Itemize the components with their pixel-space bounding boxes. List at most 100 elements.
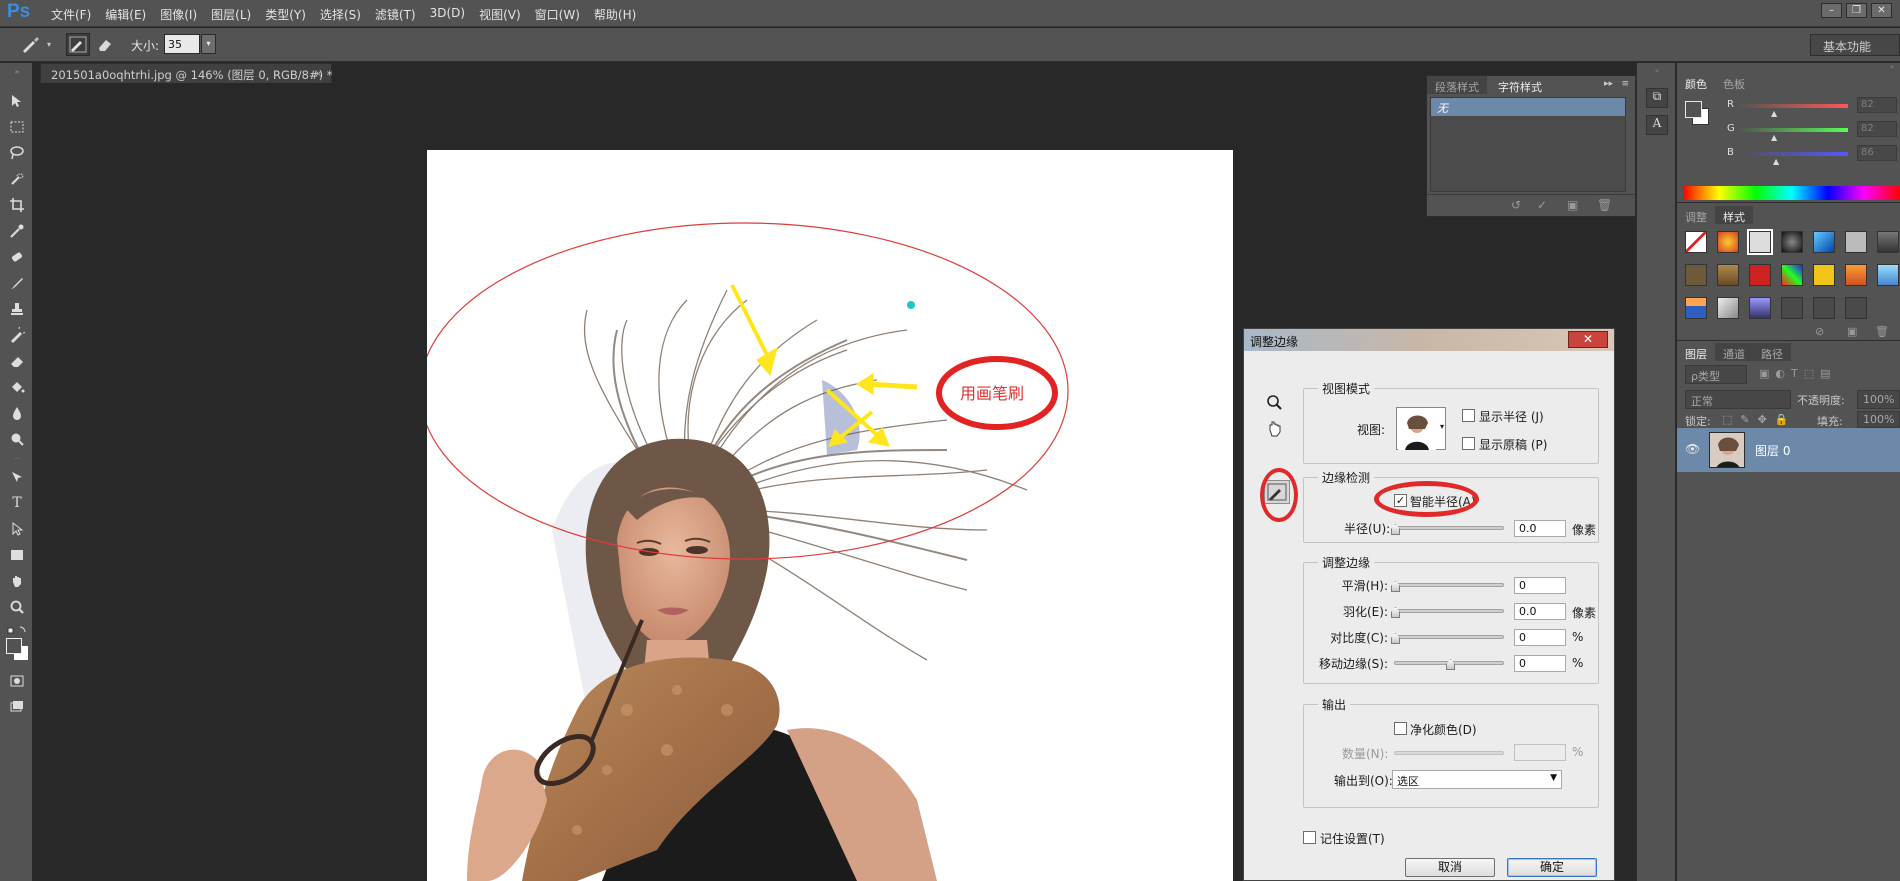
color-spectrum-ramp[interactable] [1683, 186, 1900, 200]
tool-preset-dropdown-icon[interactable]: ▾ [46, 33, 54, 56]
dialog-hand-tool-icon[interactable] [1265, 419, 1285, 439]
image-canvas[interactable]: 用画笔刷 [427, 150, 1233, 881]
adjust-slider-track[interactable] [1394, 609, 1504, 613]
adjust-value-input[interactable]: 0.0 [1514, 603, 1566, 620]
crop-tool-icon[interactable] [6, 195, 28, 215]
style-swatch[interactable] [1813, 297, 1835, 319]
menu-type[interactable]: 类型(Y) [258, 6, 313, 23]
fill-input[interactable]: 100% [1857, 411, 1900, 428]
output-to-select[interactable]: 选区 ▼ [1392, 770, 1562, 789]
delete-style-button-icon[interactable]: 🗑 [1875, 325, 1889, 338]
layer-row[interactable]: 👁 图层 0 [1677, 428, 1900, 472]
tab-color[interactable]: 颜色 [1677, 73, 1715, 91]
menu-help[interactable]: 帮助(H) [587, 6, 643, 23]
dialog-close-button[interactable]: ✕ [1568, 331, 1608, 348]
layer-filter-kind[interactable]: ρ类型 [1685, 365, 1747, 384]
character-panel-icon[interactable]: A [1646, 115, 1668, 135]
style-swatch[interactable] [1877, 264, 1899, 286]
panel-collapse-icon[interactable]: ▸▸ [1604, 79, 1613, 89]
menu-file[interactable]: 文件(F) [44, 6, 98, 23]
rectangle-tool-icon[interactable] [6, 545, 28, 565]
erase-refinements-icon[interactable] [93, 33, 117, 56]
close-window-button[interactable]: ✕ [1871, 3, 1892, 18]
show-original-checkbox[interactable] [1462, 437, 1475, 450]
pen-tool-icon[interactable] [6, 467, 28, 487]
style-swatch[interactable] [1781, 264, 1803, 286]
path-selection-tool-icon[interactable] [6, 519, 28, 539]
character-style-item[interactable]: 无 [1431, 98, 1625, 116]
tab-adjustments[interactable]: 调整 [1677, 206, 1715, 224]
dodge-tool-icon[interactable] [6, 429, 28, 449]
tab-character-styles[interactable]: 字符样式 [1490, 76, 1550, 94]
ok-button[interactable]: 确定 [1507, 858, 1597, 877]
refine-radius-mode-icon[interactable] [66, 33, 90, 56]
style-swatch[interactable] [1781, 231, 1803, 253]
menu-layer[interactable]: 图层(L) [204, 6, 258, 23]
style-swatch[interactable] [1845, 231, 1867, 253]
clear-style-icon[interactable]: ⊘ [1815, 325, 1824, 338]
lock-icons[interactable]: ⬚✎✥🔒 [1722, 413, 1797, 426]
restore-button[interactable]: ❐ [1846, 3, 1867, 18]
clone-stamp-tool-icon[interactable] [6, 299, 28, 319]
eyedropper-tool-icon[interactable] [6, 221, 28, 241]
zoom-tool-icon[interactable] [6, 597, 28, 617]
cancel-button[interactable]: 取消 [1405, 858, 1495, 877]
layer-filter-icons[interactable]: ▣◐T⬚▤ [1759, 367, 1837, 380]
redefine-style-icon[interactable]: ✓ [1537, 198, 1547, 212]
menu-window[interactable]: 窗口(W) [528, 6, 587, 23]
opacity-input[interactable]: 100% [1857, 390, 1900, 409]
green-slider-track[interactable] [1738, 128, 1848, 132]
style-swatch[interactable] [1717, 264, 1739, 286]
menu-image[interactable]: 图像(I) [153, 6, 204, 23]
history-brush-tool-icon[interactable] [6, 325, 28, 345]
style-swatch[interactable] [1749, 264, 1771, 286]
remember-settings-checkbox[interactable] [1303, 831, 1316, 844]
style-swatch[interactable] [1845, 297, 1867, 319]
document-tab[interactable]: 201501a0oqhtrhi.jpg @ 146% (图层 0, RGB/8#… [40, 63, 332, 83]
hand-tool-icon[interactable] [6, 571, 28, 591]
brush-tool-icon[interactable] [6, 273, 28, 293]
tab-paragraph-styles[interactable]: 段落样式 [1427, 76, 1487, 94]
color-foreground-swatch[interactable] [1685, 101, 1702, 118]
tab-swatches[interactable]: 色板 [1715, 73, 1753, 91]
style-swatch[interactable] [1717, 297, 1739, 319]
tab-paths[interactable]: 路径 [1753, 343, 1791, 361]
blend-mode-select[interactable]: 正常 [1685, 390, 1791, 409]
menu-filter[interactable]: 滤镜(T) [368, 6, 423, 23]
red-value[interactable]: 82 [1857, 97, 1897, 113]
panel-dock-collapse-icon[interactable]: » [1677, 63, 1900, 73]
blue-slider-thumb[interactable]: ▲ [1773, 157, 1779, 166]
blue-slider-track[interactable] [1738, 152, 1848, 156]
style-swatch[interactable] [1781, 297, 1803, 319]
style-swatch[interactable] [1685, 264, 1707, 286]
output-to-dropdown-icon[interactable]: ▼ [1550, 773, 1557, 783]
style-swatch[interactable] [1813, 264, 1835, 286]
quick-selection-tool-icon[interactable] [6, 169, 28, 189]
move-tool-icon[interactable] [6, 91, 28, 111]
brush-size-input[interactable]: 35 [164, 34, 200, 54]
view-mode-dropdown-icon[interactable]: ▾ [1440, 422, 1444, 431]
tab-layers[interactable]: 图层 [1677, 343, 1715, 361]
style-swatch-none[interactable] [1685, 231, 1707, 253]
eraser-tool-icon[interactable] [6, 351, 28, 371]
workspace-switcher[interactable]: 基本功能 [1810, 34, 1900, 56]
lasso-tool-icon[interactable] [6, 143, 28, 163]
style-swatch[interactable] [1877, 231, 1899, 253]
red-slider-track[interactable] [1738, 104, 1848, 108]
style-swatch[interactable] [1845, 264, 1867, 286]
show-radius-checkbox[interactable] [1462, 409, 1475, 422]
panel-menu-icon[interactable]: ≡ [1621, 79, 1629, 89]
menu-3d[interactable]: 3D(D) [423, 6, 472, 23]
healing-brush-tool-icon[interactable] [6, 247, 28, 267]
view-mode-selector[interactable]: ▾ [1396, 407, 1446, 450]
brush-size-dropdown-icon[interactable]: ▾ [201, 34, 216, 54]
minimize-button[interactable]: – [1821, 3, 1842, 18]
green-value[interactable]: 82 [1857, 121, 1897, 137]
tab-channels[interactable]: 通道 [1715, 343, 1753, 361]
green-slider-thumb[interactable]: ▲ [1771, 133, 1777, 142]
foreground-color-swatch[interactable] [6, 638, 22, 654]
adjust-value-input[interactable]: 0 [1514, 577, 1566, 594]
style-swatch[interactable] [1813, 231, 1835, 253]
adjust-slider-track[interactable] [1394, 635, 1504, 639]
new-style-icon[interactable]: ▣ [1567, 198, 1578, 212]
